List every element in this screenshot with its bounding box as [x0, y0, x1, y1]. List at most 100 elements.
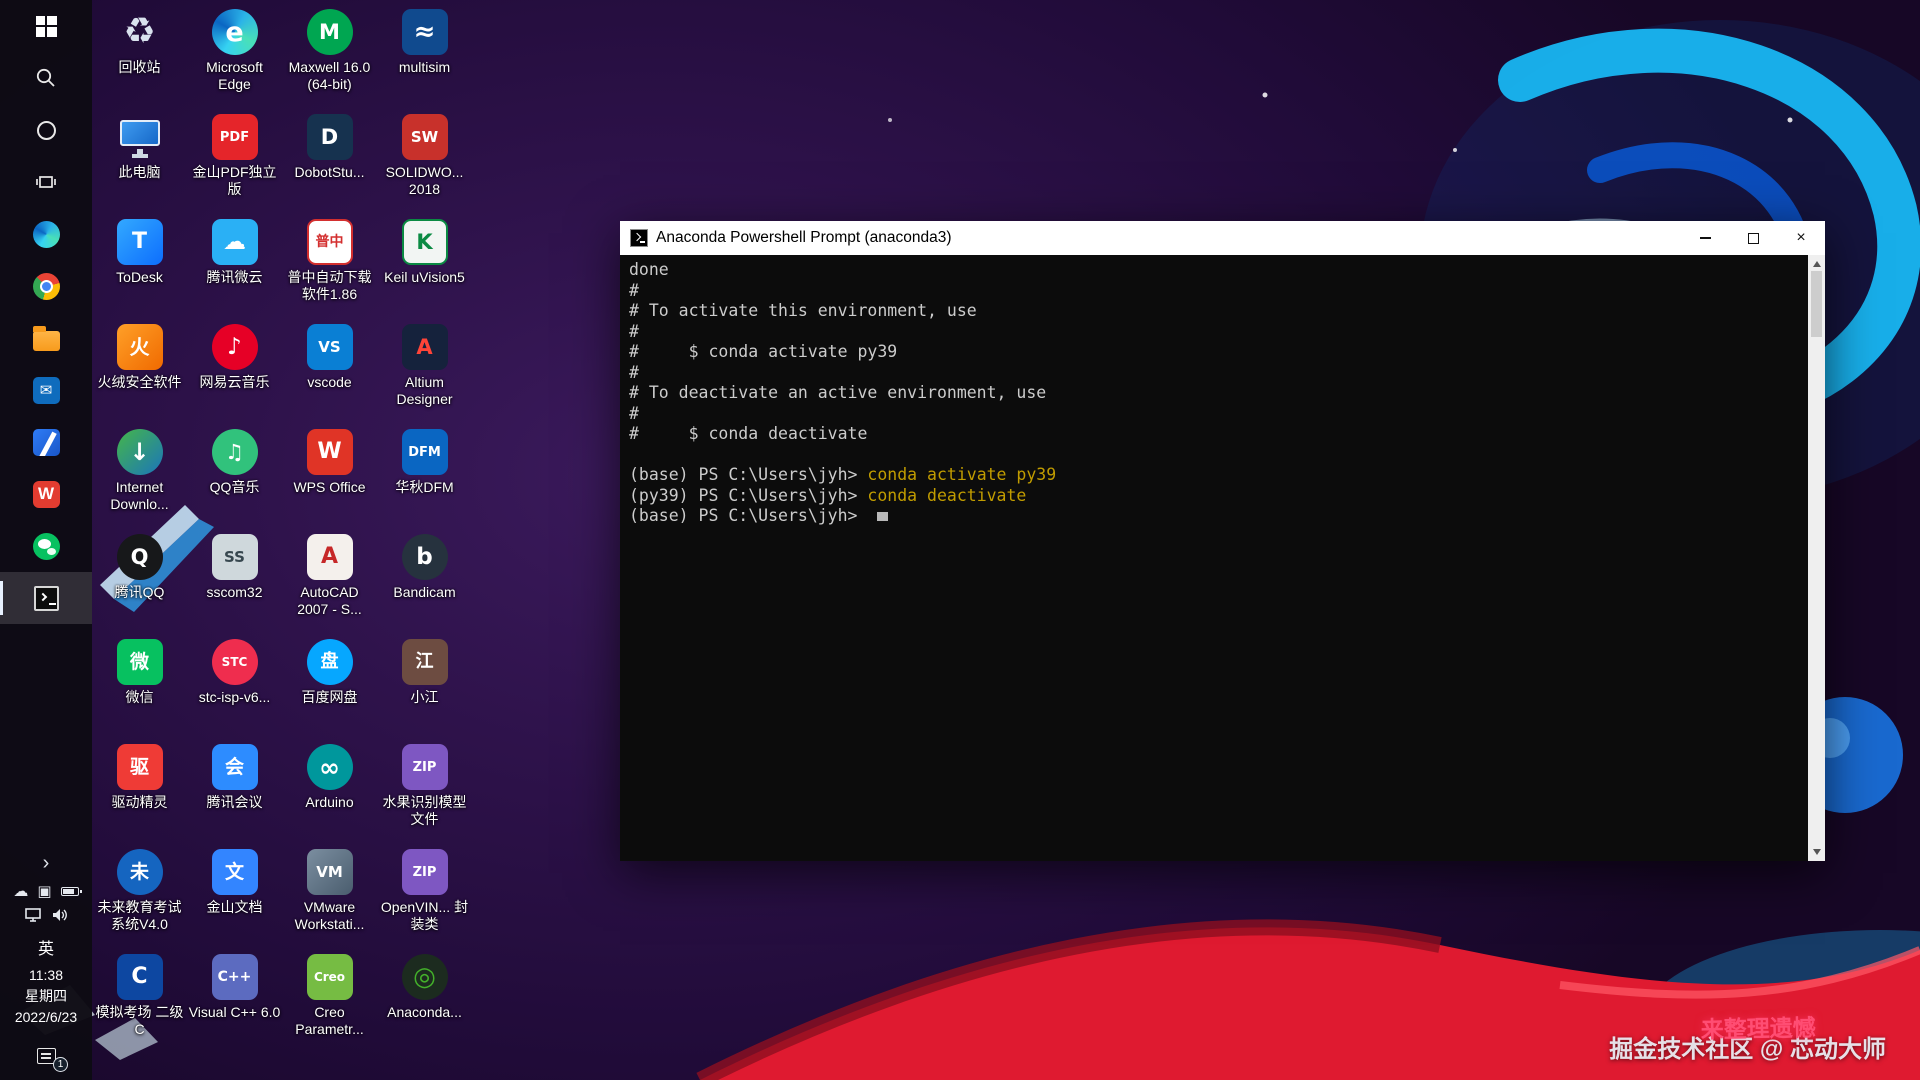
task-view-button[interactable] [0, 156, 92, 208]
desktop-icon-anaconda[interactable]: ◎ Anaconda... [377, 947, 472, 1052]
desktop-icon-qq-music[interactable]: ♫QQ音乐 [187, 422, 282, 527]
terminal-line: # To deactivate an active environment, u… [629, 383, 1808, 404]
wechat-icon [33, 533, 60, 560]
terminal-output[interactable]: done## To activate this environment, use… [620, 255, 1808, 861]
desktop-icon-label: 此电脑 [119, 164, 161, 181]
desktop-icon-fruit-model[interactable]: ZIP 水果识别模型文件 [377, 737, 472, 842]
taskbar-terminal-button[interactable] [0, 572, 92, 624]
taskbar-clock[interactable]: 11:38 星期四 2022/6/23 [15, 965, 77, 1028]
desktop-icon-wechat[interactable]: 微微信 [92, 632, 187, 737]
xiaojiang-icon: 江 [402, 639, 448, 685]
solidworks-icon: SW [402, 114, 448, 160]
wps-icon: W [33, 481, 60, 508]
terminal-line: # [629, 281, 1808, 302]
desktop-icon-netease-music[interactable]: ♪ 网易云音乐 [187, 317, 282, 422]
desktop-icon-qq[interactable]: Q腾讯QQ [92, 527, 187, 632]
desktop-icon-monikaochang[interactable]: C模拟考场 二级C [92, 947, 187, 1052]
terminal-titlebar[interactable]: Anaconda Powershell Prompt (anaconda3) × [620, 221, 1825, 255]
desktop-icon-sscom32[interactable]: SSsscom32 [187, 527, 282, 632]
desktop-icon-solidworks[interactable]: SWSOLIDWO... 2018 [377, 107, 472, 212]
desktop-icon-todesk[interactable]: TToDesk [92, 212, 187, 317]
desktop-icon-label: Anaconda... [387, 1004, 462, 1021]
taskbar-wechat-button[interactable] [0, 520, 92, 572]
search-button[interactable] [0, 52, 92, 104]
desktop-icon-idm[interactable]: ↓Internet Downlo... [92, 422, 187, 527]
baidu-pan-icon: 盘 [307, 639, 353, 685]
desktop-icon-dfm[interactable]: DFM华秋DFM [377, 422, 472, 527]
desktop-icon-label: ToDesk [116, 269, 163, 286]
desktop-icon-weilai-edu[interactable]: 未未来教育考试系统V4.0 [92, 842, 187, 947]
desktop-icon-huorong[interactable]: 火火绒安全软件 [92, 317, 187, 422]
mail-icon: ✉ [33, 377, 60, 404]
desktop-icon-puzhong-isp[interactable]: 普中普中自动下载软件1.86 [282, 212, 377, 317]
netease-music-icon: ♪ [212, 324, 258, 370]
language-indicator[interactable]: 英 [38, 935, 54, 959]
desktop-icon-label: Keil uVision5 [384, 269, 465, 286]
desktop-icon-recycle-bin[interactable]: ♻回收站 [92, 2, 187, 107]
taskbar-folder-button[interactable] [0, 312, 92, 364]
desktop-icon-arduino[interactable]: ∞Arduino [282, 737, 377, 842]
desktop-icon-keil[interactable]: KKeil uVision5 [377, 212, 472, 317]
chrome-icon [33, 273, 60, 300]
desktop-icon-jinshan-docs[interactable]: 文金山文档 [187, 842, 282, 947]
desktop-icon-label: DobotStu... [294, 164, 364, 181]
terminal-prompt-line: (base) PS C:\Users\jyh> [629, 506, 1808, 527]
desktop-icon-altium[interactable]: A Altium Designer [377, 317, 472, 422]
desktop-icon-label: Altium Designer [378, 374, 471, 407]
desktop-icon-autocad[interactable]: AAutoCAD 2007 - S... [282, 527, 377, 632]
desktop-icon-maxwell[interactable]: MMaxwell 16.0 (64-bit) [282, 2, 377, 107]
scroll-up-icon[interactable] [1813, 261, 1821, 267]
show-hidden-icons-button[interactable]: › [0, 846, 92, 880]
taskbar-mail-button[interactable]: ✉ [0, 364, 92, 416]
desktop-icon-creo[interactable]: CreoCreo Parametr... [282, 947, 377, 1052]
desktop-icon-wps-office[interactable]: WWPS Office [282, 422, 377, 527]
taskbar-wps-button[interactable]: W [0, 468, 92, 520]
maximize-button[interactable] [1729, 221, 1777, 255]
scrollbar-thumb[interactable] [1811, 271, 1822, 337]
battery-icon[interactable] [61, 887, 79, 896]
desktop-icon-stc-isp[interactable]: STCstc-isp-v6... [187, 632, 282, 737]
desktop-icon-vmware[interactable]: VMVMware Workstati... [282, 842, 377, 947]
onedrive-cloud-icon[interactable]: ☁ [13, 884, 28, 899]
network-icon[interactable] [24, 907, 42, 923]
taskbar-chrome-button[interactable] [0, 260, 92, 312]
taskbar-bluedoc-button[interactable] [0, 416, 92, 468]
monikaochang-icon: C [117, 954, 163, 1000]
fruit-model-icon: ZIP [402, 744, 448, 790]
taskbar-tray-section: › ☁ ▣ [0, 846, 92, 1080]
desktop-icon-multisim[interactable]: ≈multisim [377, 2, 472, 107]
desktop-icon-this-pc[interactable]: 此电脑 [92, 107, 187, 212]
desktop-icon-openvino[interactable]: ZIPOpenVIN... 封装类 [377, 842, 472, 947]
desktop-icon-dobot[interactable]: DDobotStu... [282, 107, 377, 212]
desktop-icon-vc6[interactable]: C++Visual C++ 6.0 [187, 947, 282, 1052]
scroll-down-icon[interactable] [1813, 849, 1821, 855]
sscom32-icon: SS [212, 534, 258, 580]
screenshot-tool-icon[interactable]: ▣ [37, 884, 51, 899]
desktop-icon-bandicam[interactable]: bBandicam [377, 527, 472, 632]
close-button[interactable]: × [1777, 221, 1825, 255]
desktop-icon-label: 网易云音乐 [200, 374, 270, 391]
taskbar-edge-button[interactable] [0, 208, 92, 260]
action-center-button[interactable]: 1 [0, 1036, 92, 1076]
desktop-icon-tencent-meeting[interactable]: 会腾讯会议 [187, 737, 282, 842]
taskbar-top-section: ✉ W [0, 0, 92, 624]
maximize-icon [1748, 233, 1759, 244]
weiyun-icon: ☁ [212, 219, 258, 265]
maxwell-icon: M [307, 9, 353, 55]
desktop-icon-vscode[interactable]: VSvscode [282, 317, 377, 422]
edge-icon [33, 221, 60, 248]
desktop-icon-qudong[interactable]: 驱驱动精灵 [92, 737, 187, 842]
anaconda-icon: ◎ [402, 954, 448, 1000]
desktop-icon-edge[interactable]: eMicrosoft Edge [187, 2, 282, 107]
desktop-icon-xiaojiang[interactable]: 江小江 [377, 632, 472, 737]
terminal-scrollbar[interactable] [1808, 255, 1825, 861]
desktop-icon-weiyun[interactable]: ☁腾讯微云 [187, 212, 282, 317]
altium-icon: A [402, 324, 448, 370]
cortana-button[interactable] [0, 104, 92, 156]
start-button[interactable] [0, 0, 92, 52]
desktop-icon-label: 水果识别模型文件 [378, 794, 471, 827]
desktop-icon-baidu-pan[interactable]: 盘百度网盘 [282, 632, 377, 737]
volume-icon[interactable] [51, 907, 69, 923]
desktop-icon-jinshan-pdf[interactable]: PDF金山PDF独立版 [187, 107, 282, 212]
minimize-button[interactable] [1681, 221, 1729, 255]
